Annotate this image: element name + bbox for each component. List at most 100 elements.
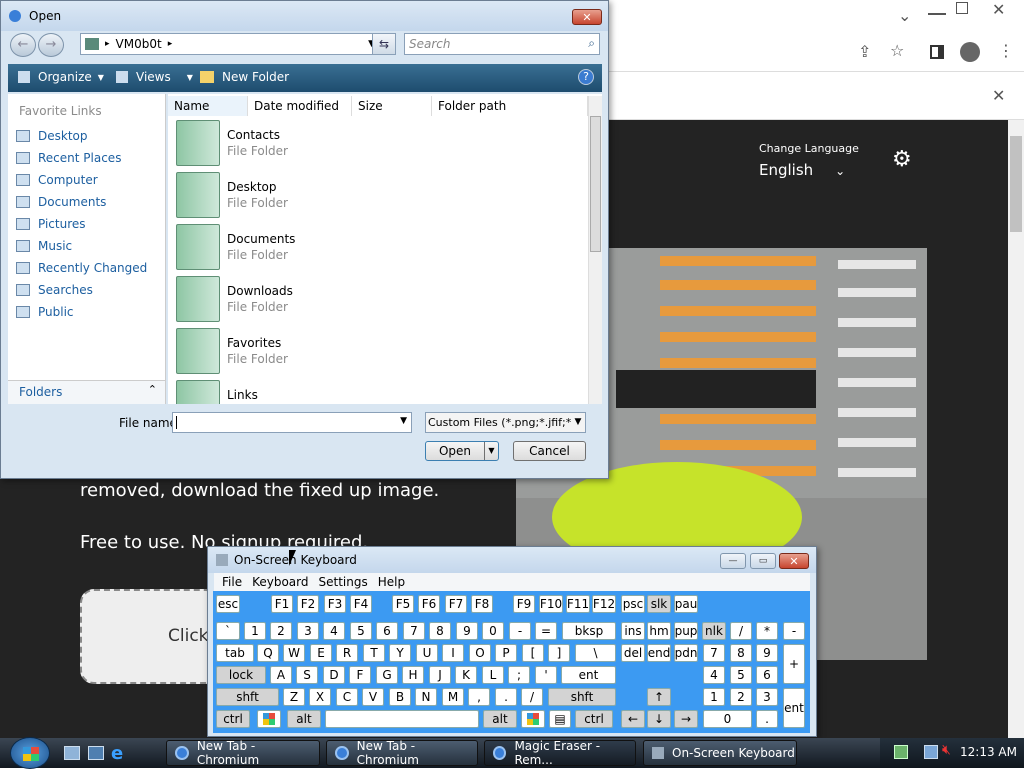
key-slash[interactable]: / [521, 688, 543, 706]
nav-item-recent-places[interactable]: Recent Places [16, 151, 121, 165]
key-left-shift[interactable]: shft [216, 688, 279, 706]
key-ins[interactable]: ins [621, 622, 645, 640]
key-numpad-4[interactable]: 4 [703, 666, 725, 684]
key-numpad-divide[interactable]: / [730, 622, 752, 640]
key-6[interactable]: 6 [376, 622, 398, 640]
key-left-ctrl[interactable]: ctrl [216, 710, 250, 728]
new-folder-button[interactable]: New Folder [200, 70, 289, 84]
key-f11[interactable]: F11 [566, 595, 590, 613]
key-backslash[interactable]: \ [575, 644, 616, 662]
file-item-contacts[interactable]: Contacts File Folder [176, 118, 576, 168]
key-u[interactable]: U [416, 644, 438, 662]
key-0[interactable]: 0 [482, 622, 504, 640]
organize-button[interactable]: Organize ▼ [18, 70, 104, 84]
key-del[interactable]: del [621, 644, 645, 662]
nav-item-public[interactable]: Public [16, 305, 74, 319]
key-h[interactable]: H [402, 666, 424, 684]
scrollbar-thumb[interactable] [590, 116, 601, 252]
key-t[interactable]: T [363, 644, 385, 662]
key-f10[interactable]: F10 [539, 595, 563, 613]
dialog-titlebar[interactable]: Open [1, 1, 608, 31]
key-nlk[interactable]: nlk [702, 622, 726, 640]
key-hm[interactable]: hm [647, 622, 671, 640]
key-1[interactable]: 1 [244, 622, 266, 640]
taskbar-item-new-tab-2[interactable]: New Tab - Chromium [326, 739, 478, 767]
key-left-bracket[interactable]: [ [522, 644, 544, 662]
key-numpad-8[interactable]: 8 [730, 644, 752, 662]
minimize-icon[interactable] [928, 3, 946, 15]
osk-close-button[interactable]: ✕ [779, 553, 809, 569]
key-r[interactable]: R [336, 644, 358, 662]
key-numpad-9[interactable]: 9 [756, 644, 778, 662]
key-quote[interactable]: ' [535, 666, 557, 684]
key-v[interactable]: V [362, 688, 384, 706]
switch-windows-icon[interactable] [88, 746, 104, 760]
nav-item-pictures[interactable]: Pictures [16, 217, 86, 231]
profile-avatar-icon[interactable] [960, 42, 980, 62]
search-icon[interactable]: ⌕ [588, 36, 595, 51]
nav-item-desktop[interactable]: Desktop [16, 129, 88, 143]
key-enter[interactable]: ent [561, 666, 616, 684]
menu-kebab-icon[interactable]: ⋮ [998, 41, 1014, 60]
key-minus[interactable]: - [509, 622, 531, 640]
key-left-alt[interactable]: alt [287, 710, 321, 728]
dropdown-icon[interactable]: ▼ [400, 416, 407, 426]
menu-file[interactable]: File [222, 575, 242, 589]
key-numpad-2[interactable]: 2 [730, 688, 752, 706]
key-c[interactable]: C [336, 688, 358, 706]
key-slk[interactable]: slk [647, 595, 671, 613]
key-9[interactable]: 9 [456, 622, 478, 640]
key-backtick[interactable]: ` [216, 622, 240, 640]
key-f9[interactable]: F9 [513, 595, 535, 613]
column-name[interactable]: Name [168, 96, 248, 116]
key-tab[interactable]: tab [216, 644, 254, 662]
open-button[interactable]: Open ▼ [425, 441, 499, 461]
tab-dropdown-icon[interactable]: ⌄ [898, 6, 911, 25]
key-o[interactable]: O [469, 644, 491, 662]
key-5[interactable]: 5 [350, 622, 372, 640]
key-numpad-1[interactable]: 1 [703, 688, 725, 706]
search-input[interactable]: Search ⌕ [404, 33, 600, 55]
key-numpad-3[interactable]: 3 [756, 688, 778, 706]
key-numpad-multiply[interactable]: * [756, 622, 778, 640]
key-psc[interactable]: psc [621, 595, 645, 613]
key-caps-lock[interactable]: lock [216, 666, 266, 684]
key-k[interactable]: K [455, 666, 477, 684]
key-n[interactable]: N [415, 688, 437, 706]
key-pup[interactable]: pup [674, 622, 698, 640]
nav-item-computer[interactable]: Computer [16, 173, 98, 187]
key-w[interactable]: W [283, 644, 305, 662]
key-f6[interactable]: F6 [418, 595, 440, 613]
key-equals[interactable]: = [535, 622, 557, 640]
key-f1[interactable]: F1 [271, 595, 293, 613]
key-i[interactable]: I [442, 644, 464, 662]
restore-icon[interactable] [956, 2, 968, 14]
show-desktop-icon[interactable] [64, 746, 80, 760]
file-item-downloads[interactable]: Downloads File Folder [176, 274, 576, 324]
key-y[interactable]: Y [389, 644, 411, 662]
column-folder-path[interactable]: Folder path [432, 96, 588, 116]
nav-item-recently-changed[interactable]: Recently Changed [16, 261, 147, 275]
key-pdn[interactable]: pdn [674, 644, 698, 662]
key-right-windows[interactable] [521, 710, 545, 728]
key-numpad-5[interactable]: 5 [730, 666, 752, 684]
column-size[interactable]: Size [352, 96, 432, 116]
key-3[interactable]: 3 [297, 622, 319, 640]
address-path-field[interactable]: ▸ VM0b0t ▸ ▼ [80, 33, 380, 55]
osk-minimize-button[interactable]: — [720, 553, 746, 569]
osk-maximize-button[interactable]: ▭ [750, 553, 776, 569]
key-m[interactable]: M [442, 688, 464, 706]
views-button[interactable]: Views ▼ [116, 70, 193, 84]
key-2[interactable]: 2 [270, 622, 292, 640]
key-right-alt[interactable]: alt [483, 710, 517, 728]
key-left-arrow[interactable]: ← [621, 710, 645, 728]
key-context-menu[interactable]: ▤ [549, 710, 571, 728]
key-d[interactable]: D [323, 666, 345, 684]
key-f2[interactable]: F2 [297, 595, 319, 613]
file-type-filter[interactable]: Custom Files (*.png;*.jfif;*.pjpe ▼ [425, 412, 586, 433]
tray-display-icon[interactable] [924, 745, 938, 759]
nav-item-documents[interactable]: Documents [16, 195, 106, 209]
back-arrow-icon[interactable]: ← [10, 33, 36, 57]
menu-keyboard[interactable]: Keyboard [252, 575, 308, 589]
bookmark-star-icon[interactable]: ☆ [890, 41, 904, 60]
